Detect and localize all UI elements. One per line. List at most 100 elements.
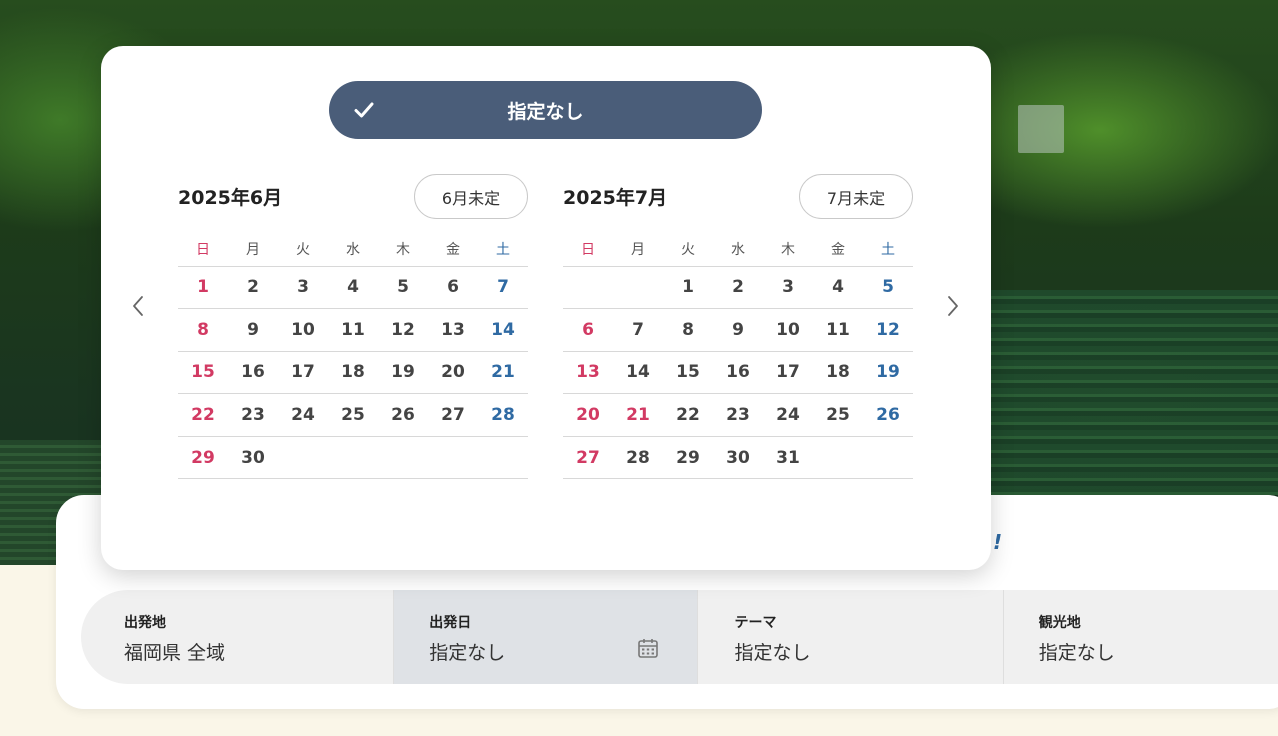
chevron-right-icon[interactable] <box>940 294 964 318</box>
search-bar: 出発地 福岡県 全域 出発日 指定なし テーマ 指定なし 観光地 指定なし <box>81 590 1278 684</box>
calendar-day[interactable]: 20 <box>428 351 478 395</box>
calendar-empty-cell <box>813 436 863 480</box>
calendar-day[interactable]: 20 <box>563 393 613 437</box>
calendar-day[interactable]: 25 <box>813 393 863 437</box>
month-calendar-july: 2025年7月 7月未定 日月火水木金土 1 2 3 4 5 6 7 8 9 10 11 12 13 14… <box>563 174 913 480</box>
calendar-day[interactable]: 9 <box>228 308 278 352</box>
calendar-day[interactable]: 4 <box>328 266 378 310</box>
weekday-label: 火 <box>663 233 713 267</box>
calendar-day[interactable]: 3 <box>278 266 328 310</box>
calendar-day[interactable]: 16 <box>713 351 763 395</box>
calendar-day[interactable]: 6 <box>563 308 613 352</box>
calendar-day[interactable]: 13 <box>563 351 613 395</box>
calendar-day[interactable]: 27 <box>563 436 613 480</box>
calendar-day[interactable]: 29 <box>178 436 228 480</box>
calendar-empty-cell <box>328 436 378 480</box>
calendar-day[interactable]: 31 <box>763 436 813 480</box>
calendar-day[interactable]: 5 <box>378 266 428 310</box>
origin-field[interactable]: 出発地 福岡県 全域 <box>81 590 395 684</box>
weekday-label: 水 <box>713 233 763 267</box>
calendar-day[interactable]: 8 <box>663 308 713 352</box>
weekday-header-row: 日月火水木金土 <box>178 233 528 267</box>
calendar-day[interactable]: 11 <box>328 308 378 352</box>
no-date-toggle-button[interactable]: 指定なし <box>329 81 762 139</box>
weekday-label: 日 <box>178 233 228 267</box>
calendar-day[interactable]: 28 <box>613 436 663 480</box>
calendar-day[interactable]: 11 <box>813 308 863 352</box>
calendar-day[interactable]: 7 <box>613 308 663 352</box>
no-date-toggle-label: 指定なし <box>507 101 584 123</box>
month-title: 2025年6月 <box>178 187 283 209</box>
calendar-day[interactable]: 7 <box>478 266 528 310</box>
weekday-label: 火 <box>278 233 328 267</box>
theme-field[interactable]: テーマ 指定なし <box>698 590 1004 684</box>
chevron-left-icon[interactable] <box>127 294 151 318</box>
calendar-day[interactable]: 25 <box>328 393 378 437</box>
calendar-day[interactable]: 4 <box>813 266 863 310</box>
calendar-day[interactable]: 26 <box>378 393 428 437</box>
sightseeing-field[interactable]: 観光地 指定なし <box>1004 590 1278 684</box>
month-undecided-button[interactable]: 6月未定 <box>414 174 528 219</box>
weekday-label: 金 <box>428 233 478 267</box>
weekday-header-row: 日月火水木金土 <box>563 233 913 267</box>
calendar-icon <box>638 639 659 658</box>
calendar-week-row: 27 28 29 30 31 <box>563 436 913 480</box>
departure-date-field[interactable]: 出発日 指定なし <box>394 590 699 684</box>
calendar-day[interactable]: 10 <box>763 308 813 352</box>
calendar-day[interactable]: 6 <box>428 266 478 310</box>
calendar-day[interactable]: 19 <box>863 351 913 395</box>
calendar-day[interactable]: 26 <box>863 393 913 437</box>
calendar-day[interactable]: 19 <box>378 351 428 395</box>
weekday-label: 土 <box>478 233 528 267</box>
calendar-day[interactable]: 29 <box>663 436 713 480</box>
calendar-day[interactable]: 21 <box>478 351 528 395</box>
calendar-day[interactable]: 27 <box>428 393 478 437</box>
calendar-day[interactable]: 28 <box>478 393 528 437</box>
calendar-day[interactable]: 16 <box>228 351 278 395</box>
calendar-day[interactable]: 15 <box>663 351 713 395</box>
calendar-week-row: 20 21 22 23 24 25 26 <box>563 393 913 437</box>
calendar-day[interactable]: 2 <box>228 266 278 310</box>
calendar-day[interactable]: 24 <box>763 393 813 437</box>
calendar-day[interactable]: 30 <box>228 436 278 480</box>
weekday-label: 木 <box>763 233 813 267</box>
calendar-day[interactable]: 22 <box>663 393 713 437</box>
calendar-day[interactable]: 8 <box>178 308 228 352</box>
weekday-label: 金 <box>813 233 863 267</box>
calendar-day[interactable]: 23 <box>713 393 763 437</box>
calendar-day[interactable]: 30 <box>713 436 763 480</box>
calendar-week-row: 29 30 <box>178 436 528 480</box>
check-icon <box>354 102 374 118</box>
calendar-day[interactable]: 21 <box>613 393 663 437</box>
sightseeing-field-label: 観光地 <box>1038 615 1081 631</box>
calendar-empty-cell <box>563 266 613 310</box>
background-river <box>990 290 1278 495</box>
calendar-day[interactable]: 1 <box>663 266 713 310</box>
calendar-day[interactable]: 14 <box>613 351 663 395</box>
weekday-label: 木 <box>378 233 428 267</box>
calendar-day[interactable]: 13 <box>428 308 478 352</box>
calendar-day[interactable]: 2 <box>713 266 763 310</box>
calendar-day[interactable]: 12 <box>863 308 913 352</box>
calendar-day[interactable]: 1 <box>178 266 228 310</box>
calendar-day[interactable]: 18 <box>328 351 378 395</box>
calendar-day[interactable]: 18 <box>813 351 863 395</box>
calendar-day[interactable]: 14 <box>478 308 528 352</box>
calendar-day[interactable]: 9 <box>713 308 763 352</box>
calendar-day[interactable]: 12 <box>378 308 428 352</box>
calendar-day[interactable]: 22 <box>178 393 228 437</box>
calendar-day[interactable]: 17 <box>278 351 328 395</box>
background-building <box>1018 105 1064 153</box>
calendar-day[interactable]: 3 <box>763 266 813 310</box>
month-undecided-button[interactable]: 7月未定 <box>799 174 913 219</box>
calendar-day[interactable]: 5 <box>863 266 913 310</box>
calendar-week-row: 13 14 15 16 17 18 19 <box>563 351 913 395</box>
calendar-empty-cell <box>478 436 528 480</box>
calendar-day[interactable]: 15 <box>178 351 228 395</box>
calendar-empty-cell <box>278 436 328 480</box>
weekday-label: 月 <box>228 233 278 267</box>
calendar-day[interactable]: 17 <box>763 351 813 395</box>
calendar-day[interactable]: 23 <box>228 393 278 437</box>
calendar-day[interactable]: 24 <box>278 393 328 437</box>
calendar-day[interactable]: 10 <box>278 308 328 352</box>
